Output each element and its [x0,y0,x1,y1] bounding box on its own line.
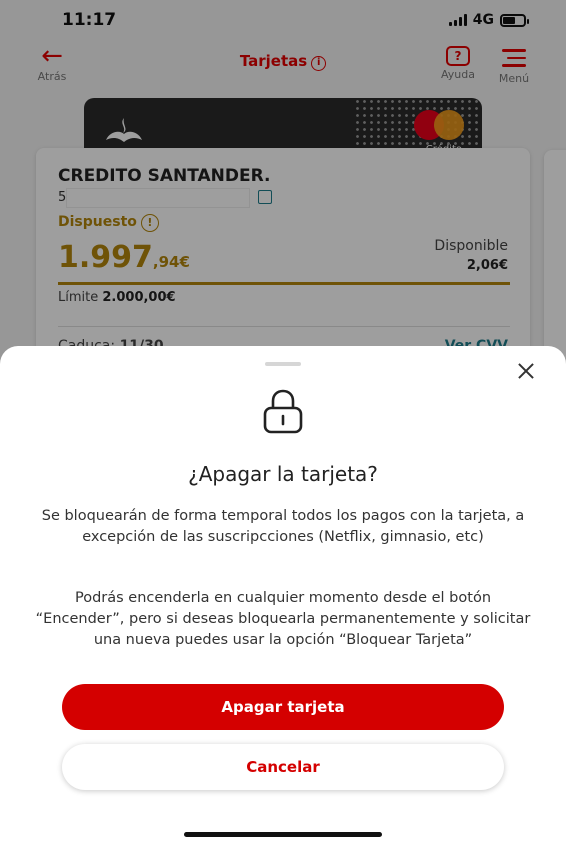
home-indicator [184,832,382,837]
sheet-title: ¿Apagar la tarjeta? [188,462,378,486]
sheet-grabber[interactable] [265,362,301,366]
lock-icon [263,389,303,434]
turn-off-card-sheet: ¿Apagar la tarjeta? Se bloquearán de for… [0,346,566,844]
cancel-button[interactable]: Cancelar [62,744,504,790]
sheet-description-2: Podrás encenderla en cualquier momento d… [35,590,531,648]
turn-off-card-button[interactable]: Apagar tarjeta [62,684,504,730]
sheet-description-1: Se bloquearán de forma temporal todos lo… [41,508,525,545]
close-icon[interactable] [511,356,541,386]
